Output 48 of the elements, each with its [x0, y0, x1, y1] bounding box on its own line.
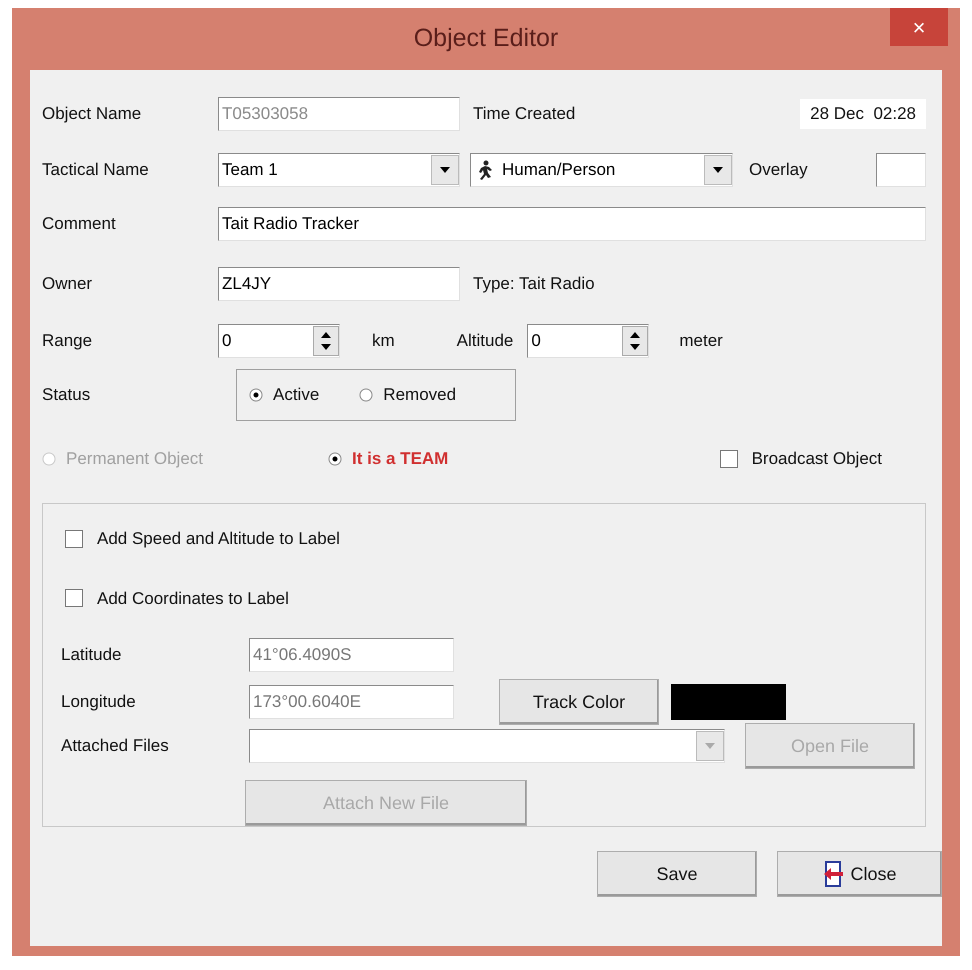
checkbox-label: Add Speed and Altitude to Label [97, 528, 340, 550]
number-spinner[interactable]: 0 [527, 324, 650, 358]
field-label: Comment [42, 213, 117, 236]
dropdown-field[interactable] [249, 729, 725, 763]
field-label: Owner [42, 273, 94, 296]
field-label: Tactical Name [42, 159, 150, 182]
field-label: Attached Files [61, 735, 170, 758]
color-swatch[interactable] [671, 684, 786, 720]
checkbox[interactable] [720, 450, 738, 468]
field-label: Object Name [42, 103, 142, 126]
text-field[interactable]: Tait Radio Tracker [218, 207, 926, 241]
unit-label: meter [679, 330, 723, 352]
field-label: Latitude [61, 644, 122, 666]
caret-icon [440, 167, 450, 173]
type-text: Type: Tait Radio [473, 273, 595, 296]
radio-button[interactable] [359, 388, 374, 402]
window-title: Object Editor [414, 23, 558, 54]
radio-button[interactable] [249, 388, 263, 402]
caret-icon [713, 167, 723, 173]
field-label: Longitude [61, 691, 137, 714]
field-label: Range [42, 330, 94, 352]
close-button[interactable]: × [890, 8, 948, 46]
unit-label: km [372, 330, 395, 352]
checkbox-label: Broadcast Object [752, 448, 882, 470]
radio-label: It is a TEAM [352, 448, 448, 470]
date-time-text: 28 Dec 02:28 [800, 99, 926, 129]
radio-label: Permanent Object [66, 448, 204, 470]
up-down-arrows-icon [622, 326, 648, 356]
radio-label: Active [273, 384, 320, 406]
text-field[interactable]: ZL4JY [218, 267, 460, 301]
checkbox[interactable] [65, 530, 83, 548]
overlay-field[interactable] [876, 153, 926, 187]
close-dialog-button[interactable]: Close [777, 851, 942, 897]
radio-button[interactable] [328, 452, 342, 466]
field-label: Altitude [456, 330, 514, 352]
dropdown-field[interactable]: Human/Person [470, 153, 733, 187]
save-button[interactable]: Save [597, 851, 757, 897]
checkbox-label: Add Coordinates to Label [97, 588, 289, 610]
field-label: Status [42, 384, 92, 406]
checkbox[interactable] [65, 589, 83, 608]
track-color-button[interactable]: Track Color [499, 679, 659, 725]
field-label: Overlay [749, 159, 808, 182]
field-label: Time Created [473, 103, 576, 126]
radio-label: Removed [383, 384, 456, 406]
number-spinner[interactable]: 0 [218, 324, 340, 358]
caret-icon [705, 743, 715, 749]
up-down-arrows-icon [313, 326, 339, 356]
dropdown-field[interactable]: Team 1 [218, 153, 460, 187]
